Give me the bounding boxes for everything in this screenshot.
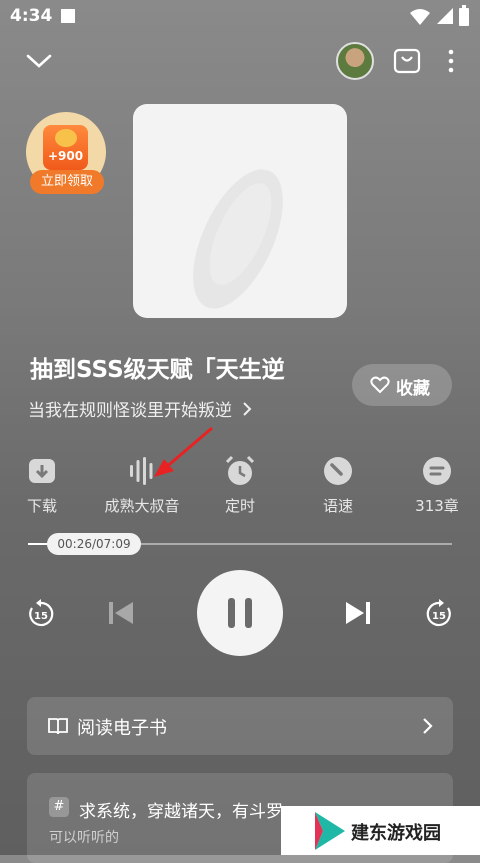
book-subtitle-link[interactable]: 当我在规则怪谈里开始叛逆 xyxy=(28,396,253,421)
annotation-arrow-icon xyxy=(154,426,213,477)
forward-seconds: 15 xyxy=(432,611,446,622)
book-cover xyxy=(133,104,347,318)
chevron-right-icon xyxy=(423,718,433,734)
recommend-subtitle: 可以听听的 xyxy=(49,830,119,846)
status-time: 4:34 xyxy=(10,6,53,26)
forward-15-icon: 15 xyxy=(426,599,451,627)
recommend-title: 求系统，穿越诸天，有斗罗 xyxy=(79,802,283,822)
voice-label: 成熟大叔音 xyxy=(104,497,180,515)
chapters-icon xyxy=(423,457,451,485)
speed-button[interactable]: 语速 xyxy=(293,455,383,516)
download-icon xyxy=(29,459,55,483)
chapters-label: 313章 xyxy=(415,497,459,515)
next-track-icon[interactable] xyxy=(344,600,372,626)
chevron-right-icon xyxy=(243,402,252,416)
chapters-button[interactable]: 313章 xyxy=(392,455,480,516)
speed-dial-icon xyxy=(324,457,352,485)
more-menu-icon[interactable] xyxy=(446,48,456,74)
speed-label: 语速 xyxy=(322,497,353,515)
reward-box[interactable]: +900 xyxy=(43,125,88,170)
reward-amount: +900 xyxy=(47,149,84,163)
hashtag-icon: # xyxy=(49,797,69,817)
favorite-label: 收藏 xyxy=(396,379,430,399)
signal-icon xyxy=(437,8,453,24)
rewind-15-icon: 15 xyxy=(29,599,54,627)
pause-icon xyxy=(228,598,235,628)
pause-button[interactable] xyxy=(197,570,283,656)
favorite-button[interactable]: 收藏 xyxy=(352,364,452,406)
forward-15-button[interactable]: 15 xyxy=(423,598,455,630)
book-open-icon xyxy=(48,718,68,735)
status-bar: 4:34 xyxy=(0,0,480,34)
avatar[interactable] xyxy=(336,42,374,80)
watermark: 建东游戏园 xyxy=(281,806,480,855)
download-label: 下载 xyxy=(26,497,57,515)
book-subtitle: 当我在规则怪谈里开始叛逆 xyxy=(28,401,232,421)
book-title: 抽到SSS级天赋「天生逆 xyxy=(30,357,285,383)
progress-time-thumb[interactable]: 00:26/07:09 xyxy=(47,533,141,555)
claim-reward-button[interactable]: 立即领取 xyxy=(30,170,104,194)
coin-icon xyxy=(55,129,77,147)
previous-track-icon[interactable] xyxy=(107,600,135,626)
shop-bag-icon[interactable] xyxy=(393,47,421,75)
alarm-clock-icon xyxy=(225,455,255,485)
wifi-icon xyxy=(410,9,430,25)
download-button[interactable]: 下载 xyxy=(0,455,87,516)
read-ebook-label: 阅读电子书 xyxy=(77,718,167,739)
collapse-chevron-icon[interactable] xyxy=(26,52,52,70)
notification-icon xyxy=(61,9,75,23)
battery-icon xyxy=(459,5,469,26)
watermark-text: 建东游戏园 xyxy=(351,823,441,844)
rewind-seconds: 15 xyxy=(34,611,48,622)
watermark-logo-icon xyxy=(315,812,345,850)
heart-icon xyxy=(370,376,390,394)
rewind-15-button[interactable]: 15 xyxy=(25,598,57,630)
timer-label: 定时 xyxy=(224,497,255,515)
read-ebook-row[interactable]: 阅读电子书 xyxy=(27,697,453,755)
